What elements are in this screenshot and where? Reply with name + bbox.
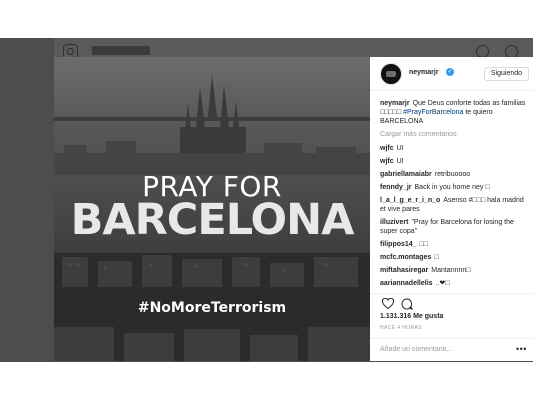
- list-item: fenndy_jr Back in you home ney □: [380, 183, 530, 192]
- comment-text: UI: [396, 145, 404, 152]
- more-options-icon[interactable]: •••: [516, 343, 527, 355]
- instagram-wordmark: [92, 46, 150, 55]
- comment-text: ..❤□: [435, 280, 450, 287]
- caption: neymarjr Que Deus conforte todas as famil…: [380, 99, 530, 126]
- load-more-comments-link[interactable]: Cargar más comentarios: [380, 130, 530, 139]
- comment-text: □□: [419, 241, 429, 248]
- list-item: l_a_l_g_e_r_i_n_o Asenso #□□□ hala madrid…: [380, 196, 530, 214]
- list-item: miftahasiregar Mantannnn□: [380, 266, 530, 275]
- following-button[interactable]: Siguiendo: [484, 67, 529, 81]
- list-item: wjfc UI: [380, 144, 530, 153]
- like-icon[interactable]: [382, 298, 394, 310]
- image-hashtag: #NoMoreTerrorism: [137, 300, 287, 316]
- verified-badge-icon: ✓: [446, 68, 454, 76]
- list-item: filippos14_ □□: [380, 240, 530, 249]
- comment-username[interactable]: wjfc: [380, 145, 394, 152]
- list-item: mcfc.montages □: [380, 253, 530, 262]
- post-image: PRAY FOR BARCELONA #NoMoreTerrorism: [54, 57, 370, 361]
- list-item: wjfc UI: [380, 157, 530, 166]
- comment-username[interactable]: wjfc: [380, 158, 394, 165]
- comment-username[interactable]: filippos14_: [380, 241, 417, 248]
- post-timestamp[interactable]: HACE 4 HORAS: [380, 325, 422, 331]
- comment-username[interactable]: mcfc.montages: [380, 254, 431, 261]
- avatar[interactable]: [380, 63, 402, 85]
- comments-list: neymarjr Que Deus conforte todas as famil…: [380, 99, 530, 289]
- comment-text: Back in you home ney □: [414, 184, 490, 191]
- comment-username[interactable]: fenndy_jr: [380, 184, 412, 191]
- post-author-username[interactable]: neymarjr: [409, 69, 439, 76]
- comment-icon[interactable]: [401, 298, 413, 310]
- post-side-panel: neymarjr ✓ Siguiendo neymarjr Que Deus co…: [370, 57, 533, 361]
- comment-username[interactable]: illuzivert: [380, 219, 408, 226]
- caption-username[interactable]: neymarjr: [380, 100, 410, 107]
- comment-username[interactable]: gabriellamaiabr: [380, 171, 432, 178]
- post-header: neymarjr ✓ Siguiendo: [370, 57, 533, 91]
- comment-text: □: [434, 254, 439, 261]
- comment-username[interactable]: aariannadellelis: [380, 280, 433, 287]
- image-title-barcelona: BARCELONA: [70, 195, 355, 245]
- comment-text: Mantannnn□: [431, 267, 471, 274]
- comment-text: retribuoooo: [434, 171, 471, 178]
- list-item: gabriellamaiabr retribuoooo: [380, 170, 530, 179]
- caption-hashtag-link[interactable]: #PrayForBarcelona: [403, 109, 463, 116]
- comment-text: UI: [396, 158, 404, 165]
- add-comment-input[interactable]: Añade un comentario...: [380, 344, 500, 356]
- add-comment-bar: Añade un comentario... •••: [370, 338, 533, 361]
- post-actions: [370, 293, 533, 310]
- likes-count[interactable]: 1.131.316 Me gusta: [380, 313, 443, 320]
- list-item: aariannadellelis ..❤□: [380, 279, 530, 288]
- comment-username[interactable]: miftahasiregar: [380, 267, 428, 274]
- list-item: illuzivert "Pray for Barcelona for losing…: [380, 218, 530, 236]
- comment-username[interactable]: l_a_l_g_e_r_i_n_o: [380, 197, 440, 204]
